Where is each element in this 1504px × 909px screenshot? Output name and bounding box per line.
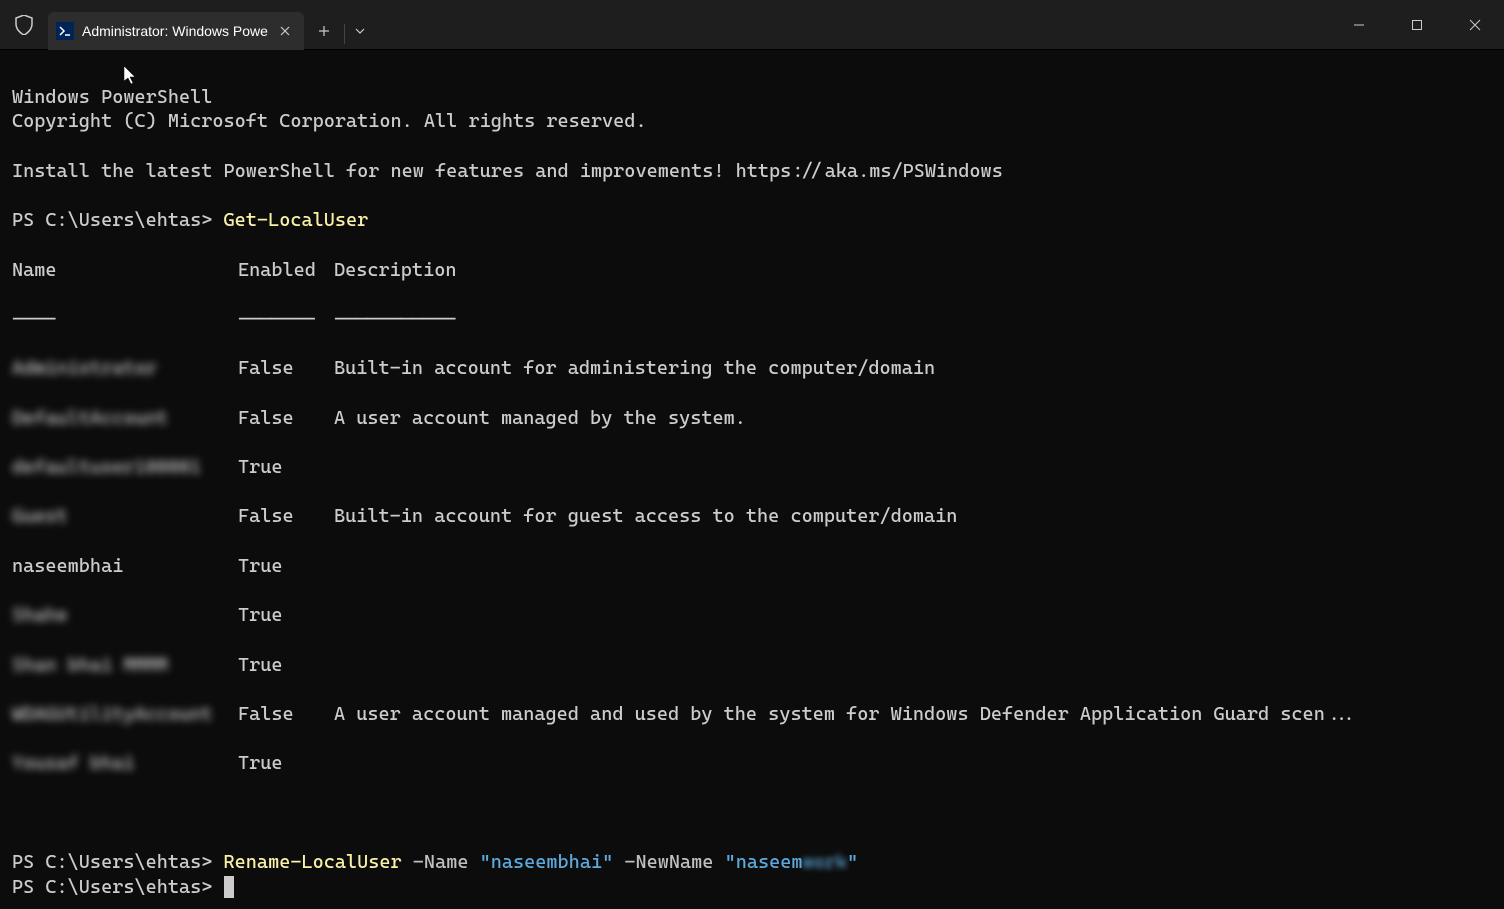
command: Rename-LocalUser bbox=[224, 851, 402, 873]
table-row: AdministratorFalseBuilt-in account for a… bbox=[12, 356, 1492, 381]
cursor bbox=[224, 876, 234, 898]
table-row: GuestFalseBuilt-in account for guest acc… bbox=[12, 504, 1492, 529]
powershell-icon bbox=[56, 22, 74, 40]
prompt: PS C:\Users\ehtas> bbox=[12, 209, 212, 231]
table-row: naseembhaiTrue bbox=[12, 554, 1492, 579]
window-controls bbox=[1330, 0, 1504, 50]
titlebar: Administrator: Windows Powe bbox=[0, 0, 1504, 50]
tab-close-button[interactable] bbox=[276, 22, 294, 40]
table-header: Name bbox=[12, 258, 238, 283]
prompt: PS C:\Users\ehtas> bbox=[12, 876, 212, 898]
table-row: ShaheTrue bbox=[12, 603, 1492, 628]
table-row: defaultuser100001True bbox=[12, 455, 1492, 480]
prompt: PS C:\Users\ehtas> bbox=[12, 851, 212, 873]
command: Get-LocalUser bbox=[224, 209, 369, 231]
shield-icon bbox=[0, 0, 48, 50]
parameter: -Name bbox=[413, 851, 469, 873]
string-value: "naseembhai" bbox=[480, 851, 614, 873]
terminal-output[interactable]: Windows PowerShell Copyright (C) Microso… bbox=[0, 50, 1504, 909]
header-line: Copyright (C) Microsoft Corporation. All… bbox=[12, 110, 647, 132]
table-header: Description bbox=[334, 258, 456, 283]
maximize-button[interactable] bbox=[1388, 0, 1446, 50]
table-row: Shan bhai MMMMTrue bbox=[12, 653, 1492, 678]
tab-active[interactable]: Administrator: Windows Powe bbox=[48, 12, 304, 50]
parameter: -NewName bbox=[624, 851, 713, 873]
table-divider: ----------- bbox=[334, 307, 456, 332]
table-row: DefaultAccountFalseA user account manage… bbox=[12, 406, 1492, 431]
close-button[interactable] bbox=[1446, 0, 1504, 50]
string-value: "naseemwork" bbox=[725, 851, 859, 873]
new-tab-button[interactable] bbox=[304, 12, 344, 50]
table-header: Enabled bbox=[238, 258, 334, 283]
table-row: WDAGUtilityAccountFalseA user account ma… bbox=[12, 702, 1492, 727]
minimize-button[interactable] bbox=[1330, 0, 1388, 50]
table-divider: ------- bbox=[238, 307, 334, 332]
install-hint: Install the latest PowerShell for new fe… bbox=[12, 160, 1003, 182]
table-divider: ---- bbox=[12, 307, 238, 332]
tab-dropdown-button[interactable] bbox=[345, 12, 375, 50]
tab-title: Administrator: Windows Powe bbox=[82, 23, 268, 39]
header-line: Windows PowerShell bbox=[12, 86, 212, 108]
table-row: Yousaf bhaiTrue bbox=[12, 751, 1492, 776]
